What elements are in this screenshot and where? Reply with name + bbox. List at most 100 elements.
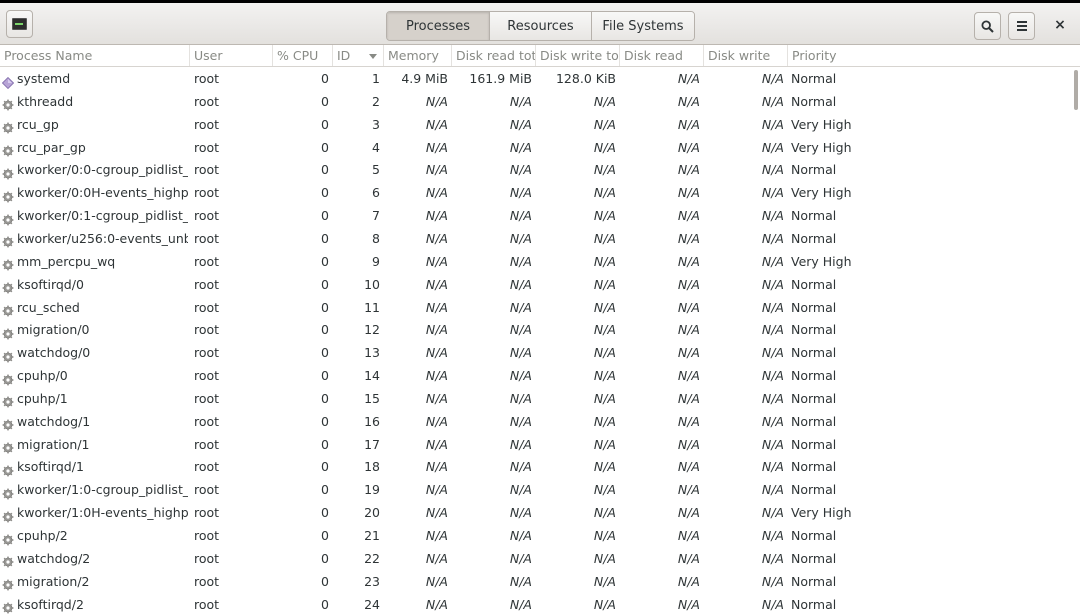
column-header-disk-read-total[interactable]: Disk read tota [452, 45, 536, 66]
table-row[interactable]: kworker/u256:0-events_unboun root 0 8 N/A N/A… [0, 227, 1074, 250]
column-header-disk-write[interactable]: Disk write [704, 45, 788, 66]
search-button[interactable] [974, 12, 1001, 40]
process-disk-read-total: N/A [509, 368, 532, 384]
process-name: ksoftirqd/2 [17, 596, 84, 612]
column-header-memory[interactable]: Memory [384, 45, 452, 66]
view-switcher: Processes Resources File Systems [386, 11, 695, 41]
process-disk-write: N/A [761, 436, 784, 452]
process-memory: N/A [425, 482, 448, 498]
process-disk-read: N/A [677, 345, 700, 361]
menu-button[interactable] [1008, 12, 1035, 40]
process-name: migration/0 [17, 322, 90, 338]
process-user: root [194, 322, 220, 338]
close-button[interactable]: × [1050, 14, 1070, 36]
process-priority: Normal [791, 345, 837, 361]
process-disk-write-total: N/A [593, 162, 616, 178]
column-header-id[interactable]: ID [333, 45, 384, 66]
process-id: 1 [372, 71, 380, 86]
process-name: systemd [17, 71, 71, 86]
column-header-row: Process Name User % CPU ID Memory Disk r… [0, 45, 1080, 67]
process-name-cell: watchdog/1 [2, 410, 188, 433]
table-row[interactable]: migration/0 root 0 12 N/A N/A N/A N/A N/A Normal [0, 318, 1074, 341]
table-row[interactable]: watchdog/2 root 0 22 N/A N/A N/A N/A N/A Normal [0, 547, 1074, 570]
process-name-cell: kworker/0:0H-events_highpri [2, 181, 188, 204]
tab-resources[interactable]: Resources [490, 12, 592, 40]
hamburger-menu-icon [1016, 25, 1027, 27]
process-disk-read-total: N/A [509, 162, 532, 178]
process-priority: Normal [791, 368, 837, 384]
column-header-disk-read[interactable]: Disk read [620, 45, 704, 66]
table-row[interactable]: ksoftirqd/2 root 0 24 N/A N/A N/A N/A N/A Normal [0, 593, 1074, 615]
process-name-cell: watchdog/2 [2, 547, 188, 570]
tab-processes[interactable]: Processes [387, 12, 490, 40]
process-cpu: 0 [321, 550, 329, 566]
table-row[interactable]: kworker/0:0-cgroup_pidlist_des root 0 5 N/A N… [0, 158, 1074, 181]
table-row[interactable]: cpuhp/1 root 0 15 N/A N/A N/A N/A N/A Normal [0, 387, 1074, 410]
process-name: migration/2 [17, 573, 90, 589]
process-disk-write-total: N/A [593, 528, 616, 543]
process-disk-read: N/A [677, 185, 700, 201]
process-user: root [194, 368, 220, 384]
process-cpu: 0 [321, 436, 329, 452]
process-disk-write-total: N/A [593, 253, 616, 269]
process-disk-write: N/A [761, 185, 784, 201]
table-row[interactable]: kworker/1:0-cgroup_pidlist_des root 0 19 N/A… [0, 478, 1074, 501]
table-row[interactable]: cpuhp/2 root 0 21 N/A N/A N/A N/A N/A Normal [0, 524, 1074, 547]
process-disk-write-total: N/A [593, 322, 616, 338]
table-row[interactable]: rcu_gp root 0 3 N/A N/A N/A N/A N/A Very High [0, 113, 1074, 136]
process-name-cell: kworker/0:0-cgroup_pidlist_des [2, 158, 188, 181]
vertical-scrollbar[interactable] [1074, 70, 1078, 110]
column-header-process-name[interactable]: Process Name [0, 45, 190, 66]
table-row[interactable]: kworker/1:0H-events_highpri root 0 20 N/A N/A… [0, 501, 1074, 524]
process-disk-read: N/A [677, 139, 700, 155]
tab-file-systems[interactable]: File Systems [592, 12, 694, 40]
process-name: kthreadd [17, 93, 74, 109]
table-row[interactable]: kworker/0:0H-events_highpri root 0 6 N/A N/A N… [0, 181, 1074, 204]
process-disk-read-total: N/A [509, 413, 532, 429]
process-memory: N/A [425, 459, 448, 475]
table-row[interactable]: rcu_par_gp root 0 4 N/A N/A N/A N/A N/A Very High [0, 136, 1074, 159]
process-user: root [194, 139, 220, 155]
process-disk-write-total: N/A [593, 345, 616, 361]
table-row[interactable]: migration/1 root 0 17 N/A N/A N/A N/A N/A Normal [0, 433, 1074, 456]
process-memory: N/A [425, 116, 448, 132]
process-disk-write-total: N/A [593, 436, 616, 452]
process-priority: Normal [791, 482, 837, 498]
table-row[interactable]: watchdog/0 root 0 13 N/A N/A N/A N/A N/A Normal [0, 341, 1074, 364]
process-disk-read-total: N/A [509, 528, 532, 543]
table-row[interactable]: ksoftirqd/0 root 0 10 N/A N/A N/A N/A N/A Normal [0, 273, 1074, 296]
process-memory: N/A [425, 162, 448, 178]
table-row[interactable]: mm_percpu_wq root 0 9 N/A N/A N/A N/A N/A Very Hi… [0, 250, 1074, 273]
system-monitor-icon[interactable] [6, 10, 33, 38]
table-row[interactable]: watchdog/1 root 0 16 N/A N/A N/A N/A N/A Normal [0, 410, 1074, 433]
process-cpu: 0 [321, 413, 329, 429]
process-name-cell: mm_percpu_wq [2, 250, 188, 273]
table-row[interactable]: ksoftirqd/1 root 0 18 N/A N/A N/A N/A N/A Normal [0, 455, 1074, 478]
process-memory: N/A [425, 596, 448, 612]
process-cpu: 0 [321, 162, 329, 178]
process-priority: Normal [791, 573, 837, 589]
process-cpu: 0 [321, 299, 329, 315]
column-header-disk-write-total[interactable]: Disk write tot [536, 45, 620, 66]
process-disk-read: N/A [677, 116, 700, 132]
table-row[interactable]: migration/2 root 0 23 N/A N/A N/A N/A N/A Normal [0, 570, 1074, 593]
process-id: 24 [364, 596, 380, 612]
gear-icon [2, 575, 14, 591]
gear-icon [2, 210, 14, 225]
column-header-priority[interactable]: Priority [788, 45, 1074, 66]
column-header-cpu[interactable]: % CPU [273, 45, 333, 66]
gear-icon [2, 301, 14, 317]
process-id: 21 [364, 528, 380, 543]
gear-icon [2, 370, 14, 385]
process-name: watchdog/0 [17, 345, 91, 361]
process-disk-read-total: N/A [509, 459, 532, 475]
process-disk-read-total: N/A [509, 436, 532, 452]
process-disk-read-total: N/A [509, 185, 532, 201]
table-row[interactable]: rcu_sched root 0 11 N/A N/A N/A N/A N/A Normal [0, 296, 1074, 319]
table-row[interactable]: kthreadd root 0 2 N/A N/A N/A N/A N/A Normal [0, 90, 1074, 113]
table-row[interactable]: cpuhp/0 root 0 14 N/A N/A N/A N/A N/A Normal [0, 364, 1074, 387]
process-disk-write: N/A [761, 573, 784, 589]
table-row[interactable]: systemd root 0 1 4.9 MiB 161.9 MiB 128.0 KiB N/… [0, 67, 1074, 90]
column-header-user[interactable]: User [190, 45, 273, 66]
table-row[interactable]: kworker/0:1-cgroup_pidlist_des root 0 7 N/A N… [0, 204, 1074, 227]
